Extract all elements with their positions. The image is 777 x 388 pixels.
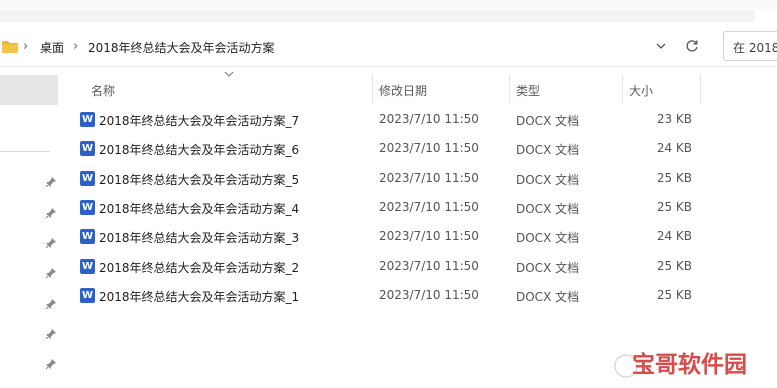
word-doc-icon: W (80, 288, 95, 303)
file-name[interactable]: 2018年终总结大会及年会活动方案_5 (99, 171, 299, 188)
file-date: 2023/7/10 11:50 (379, 288, 479, 302)
table-row[interactable]: W 2018年终总结大会及年会活动方案_7 2023/7/10 11:50 DO… (76, 105, 702, 134)
column-header-type[interactable]: 类型 (516, 82, 540, 99)
file-date: 2023/7/10 11:50 (379, 259, 479, 273)
word-doc-icon: W (80, 141, 95, 156)
file-name[interactable]: 2018年终总结大会及年会活动方案_2 (99, 259, 299, 276)
file-name[interactable]: 2018年终总结大会及年会活动方案_6 (99, 141, 299, 158)
column-separator[interactable] (700, 74, 701, 104)
word-doc-icon: W (80, 112, 95, 127)
nav-item-selected[interactable] (0, 75, 58, 105)
pin-icon[interactable] (45, 267, 57, 279)
file-size: 25 KB (656, 171, 692, 185)
word-doc-icon: W (80, 171, 95, 186)
file-date: 2023/7/10 11:50 (379, 141, 479, 155)
folder-icon (2, 41, 18, 53)
file-size: 24 KB (656, 229, 692, 243)
file-type: DOCX 文档 (516, 202, 580, 216)
site-watermark-logo: 宝哥软件园 (614, 351, 747, 378)
file-date: 2023/7/10 11:50 (379, 112, 479, 126)
chevron-down-icon[interactable] (653, 38, 669, 54)
column-separator[interactable] (372, 74, 373, 104)
nav-divider (0, 151, 50, 152)
file-type: DOCX 文档 (516, 290, 580, 304)
table-row[interactable]: W 2018年终总结大会及年会活动方案_2 2023/7/10 11:50 DO… (76, 252, 702, 281)
pin-icon[interactable] (45, 298, 57, 310)
word-doc-icon: W (80, 259, 95, 274)
svg-text:宝哥软件园: 宝哥软件园 (632, 351, 747, 378)
address-divider (0, 66, 777, 67)
column-separator[interactable] (622, 74, 623, 104)
file-size: 25 KB (656, 288, 692, 302)
search-input[interactable]: 在 2018年终总结大会及年会活动方案 中搜索 (723, 31, 777, 61)
file-type: DOCX 文档 (516, 114, 580, 128)
word-doc-icon: W (80, 229, 95, 244)
file-date: 2023/7/10 11:50 (379, 171, 479, 185)
sort-descending-icon (224, 71, 234, 77)
column-header-date[interactable]: 修改日期 (379, 82, 427, 99)
table-row[interactable]: W 2018年终总结大会及年会活动方案_3 2023/7/10 11:50 DO… (76, 222, 702, 251)
file-date: 2023/7/10 11:50 (379, 229, 479, 243)
file-date: 2023/7/10 11:50 (379, 200, 479, 214)
column-separator[interactable] (509, 74, 510, 104)
table-row[interactable]: W 2018年终总结大会及年会活动方案_6 2023/7/10 11:50 DO… (76, 134, 702, 163)
pin-icon[interactable] (45, 358, 57, 370)
pin-icon[interactable] (45, 328, 57, 340)
window-top-strip (0, 0, 777, 22)
file-name[interactable]: 2018年终总结大会及年会活动方案_3 (99, 229, 299, 246)
word-doc-icon: W (80, 200, 95, 215)
breadcrumb-current-folder[interactable]: 2018年终总结大会及年会活动方案 (88, 39, 275, 56)
pin-icon[interactable] (45, 176, 57, 188)
refresh-icon[interactable] (684, 38, 700, 54)
pin-icon[interactable] (45, 207, 57, 219)
title-bar-gap (755, 10, 777, 22)
file-size: 25 KB (656, 259, 692, 273)
file-type: DOCX 文档 (516, 261, 580, 275)
chevron-right-icon[interactable]: › (73, 39, 78, 54)
file-name[interactable]: 2018年终总结大会及年会活动方案_1 (99, 288, 299, 305)
table-row[interactable]: W 2018年终总结大会及年会活动方案_4 2023/7/10 11:50 DO… (76, 193, 702, 222)
table-row[interactable]: W 2018年终总结大会及年会活动方案_5 2023/7/10 11:50 DO… (76, 164, 702, 193)
chevron-right-icon: › (23, 39, 29, 54)
title-bar-area (0, 0, 777, 10)
file-type: DOCX 文档 (516, 231, 580, 245)
file-name[interactable]: 2018年终总结大会及年会活动方案_4 (99, 200, 299, 217)
file-type: DOCX 文档 (516, 143, 580, 157)
table-row[interactable]: W 2018年终总结大会及年会活动方案_1 2023/7/10 11:50 DO… (76, 281, 702, 310)
pin-icon[interactable] (45, 237, 57, 249)
address-bar[interactable]: › 桌面 › 2018年终总结大会及年会活动方案 (0, 30, 712, 64)
column-header-name[interactable]: 名称 (91, 82, 115, 99)
file-size: 25 KB (656, 200, 692, 214)
breadcrumb-desktop[interactable]: 桌面 (40, 39, 64, 56)
file-size: 23 KB (656, 112, 692, 126)
file-type: DOCX 文档 (516, 173, 580, 187)
file-name[interactable]: 2018年终总结大会及年会活动方案_7 (99, 112, 299, 129)
file-size: 24 KB (656, 141, 692, 155)
column-header-size[interactable]: 大小 (629, 82, 653, 99)
